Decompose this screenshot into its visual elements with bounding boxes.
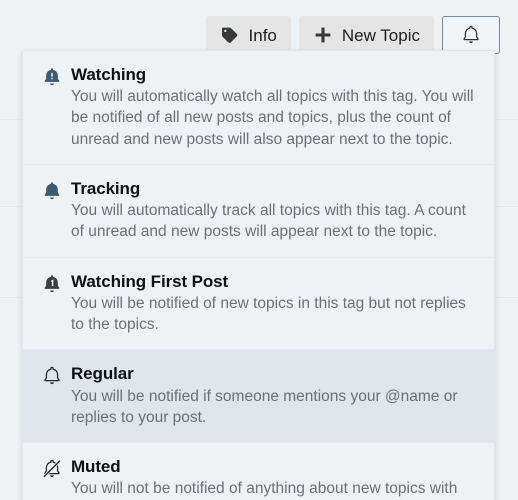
menu-item-description: You will be notified of new topics in th… (71, 294, 466, 334)
bell-slash-icon (41, 456, 71, 480)
plus-icon (313, 25, 333, 45)
menu-item-title: Tracking (71, 178, 141, 198)
menu-item-body: Regular You will be notified if someone … (71, 363, 476, 428)
menu-item-tracking[interactable]: Tracking You will automatically track al… (23, 163, 494, 257)
new-topic-button[interactable]: New Topic (298, 16, 434, 54)
menu-item-regular[interactable]: Regular You will be notified if someone … (23, 349, 494, 443)
bell-icon (460, 24, 482, 46)
bell-filled-icon (41, 178, 71, 202)
notification-level-menu[interactable]: Watching You will automatically watch al… (22, 50, 495, 500)
menu-item-title: Regular (71, 364, 134, 384)
page-root: Info New Topic Watching You will automat… (0, 0, 518, 500)
menu-item-body: Watching First Post You will be notified… (71, 271, 476, 336)
notifications-button[interactable] (442, 16, 500, 54)
menu-item-body: Watching You will automatically watch al… (71, 64, 476, 150)
info-button-label: Info (248, 25, 277, 45)
bell-outline-icon (41, 363, 71, 387)
menu-item-watching[interactable]: Watching You will automatically watch al… (23, 51, 494, 164)
new-topic-button-label: New Topic (341, 25, 420, 45)
menu-item-description: You will not be notified of anything abo… (71, 480, 458, 498)
menu-item-muted[interactable]: Muted You will not be notified of anythi… (23, 442, 494, 500)
tag-icon (220, 25, 240, 45)
menu-item-watching-first-post[interactable]: Watching First Post You will be notified… (23, 256, 494, 350)
toolbar: Info New Topic (205, 16, 500, 54)
bell-one-icon (41, 271, 71, 295)
menu-item-description: You will automatically track all topics … (71, 202, 466, 241)
info-button[interactable]: Info (205, 16, 291, 54)
menu-item-body: Tracking You will automatically track al… (71, 178, 476, 243)
menu-item-title: Watching (71, 65, 147, 84)
menu-item-title: Muted (71, 457, 121, 477)
bell-exclamation-icon (41, 64, 71, 88)
menu-item-body: Muted You will not be notified of anythi… (71, 456, 476, 500)
menu-item-description: You will automatically watch all topics … (71, 88, 474, 148)
menu-item-description: You will be notified if someone mentions… (71, 387, 458, 426)
menu-item-title: Watching First Post (71, 271, 229, 291)
